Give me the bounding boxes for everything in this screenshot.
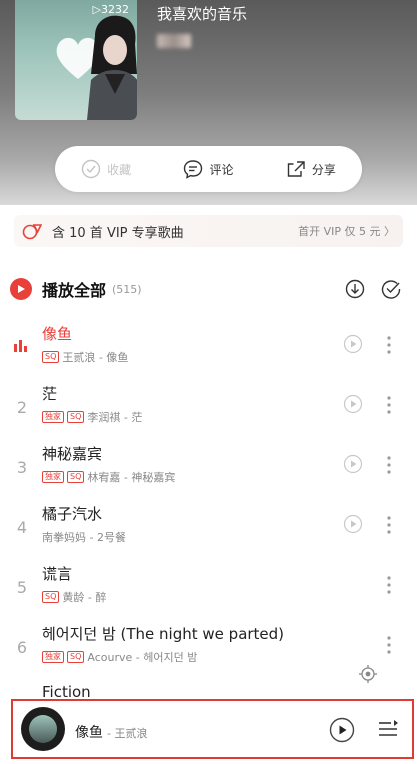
mv-play-icon[interactable] — [343, 454, 363, 474]
more-icon[interactable] — [380, 394, 398, 416]
play-all-row[interactable]: 播放全部 (515) — [10, 272, 407, 306]
song-row[interactable]: 2 茫 独家 SQ 李润祺 - 茫 — [0, 378, 417, 438]
song-title: 橘子汽水 — [42, 505, 103, 523]
song-meta: 李润祺 - 茫 — [87, 411, 143, 424]
song-meta: Acourve - 헤어지던 밤 — [87, 651, 198, 664]
exclusive-tag: 独家 — [42, 411, 64, 423]
song-index: 6 — [16, 638, 28, 657]
more-icon[interactable] — [380, 634, 398, 656]
sq-tag: SQ — [67, 651, 85, 663]
comment-label: 评论 — [209, 162, 234, 177]
song-row[interactable]: 4 橘子汽水 南拳妈妈 - 2号餐 — [0, 498, 417, 558]
play-all-icon[interactable] — [10, 278, 32, 300]
mini-player[interactable]: 像鱼 - 王贰浪 — [11, 699, 414, 759]
sq-tag: SQ — [67, 471, 85, 483]
comment-icon — [184, 160, 203, 179]
sq-tag: SQ — [67, 411, 85, 423]
multi-select-icon[interactable] — [381, 279, 401, 299]
more-icon[interactable] — [380, 574, 398, 596]
song-title: 헤어지던 밤 (The night we parted) — [42, 625, 285, 643]
vip-music-icon — [22, 224, 42, 240]
playlist-header: ▷3232 我喜欢的音乐 收藏 评论 分享 — [0, 0, 417, 205]
creator-avatar[interactable] — [157, 34, 191, 48]
download-icon[interactable] — [345, 279, 365, 299]
song-title: 像鱼 — [42, 325, 73, 343]
share-icon — [287, 161, 305, 177]
song-title: 谎言 — [42, 565, 73, 583]
share-label: 分享 — [311, 162, 336, 177]
comment-button[interactable]: 评论 — [157, 159, 259, 179]
collect-label: 收藏 — [107, 162, 132, 177]
mv-play-icon[interactable] — [343, 514, 363, 534]
sq-tag: SQ — [42, 591, 60, 603]
collect-button[interactable]: 收藏 — [55, 159, 157, 179]
playlist-title: 我喜欢的音乐 — [157, 5, 248, 23]
playlist-cover[interactable]: ▷3232 — [15, 0, 137, 120]
check-circle-icon — [81, 159, 101, 179]
song-row[interactable]: 5 谎言 SQ 黄龄 - 醉 — [0, 558, 417, 618]
song-index: 5 — [16, 578, 28, 597]
album-disc[interactable] — [21, 707, 65, 751]
song-meta: 林宥嘉 - 神秘嘉宾 — [87, 471, 176, 484]
action-bar: 收藏 评论 分享 — [55, 146, 362, 192]
share-button[interactable]: 分享 — [260, 159, 362, 179]
player-song-name: 像鱼 — [75, 725, 103, 741]
now-playing-icon — [14, 340, 27, 352]
mv-play-icon[interactable] — [343, 334, 363, 354]
more-icon[interactable] — [380, 454, 398, 476]
song-index: 2 — [16, 398, 28, 417]
more-icon[interactable] — [380, 514, 398, 536]
song-meta: 南拳妈妈 - 2号餐 — [42, 531, 126, 544]
cover-person-image — [87, 15, 137, 120]
song-row[interactable]: 3 神秘嘉宾 独家 SQ 林宥嘉 - 神秘嘉宾 — [0, 438, 417, 498]
vip-banner[interactable]: 含 10 首 VIP 专享歌曲 首开 VIP 仅 5 元 〉 — [14, 215, 403, 247]
vip-text: 含 10 首 VIP 专享歌曲 — [52, 225, 184, 241]
song-meta: 黄龄 - 醉 — [62, 591, 107, 604]
more-icon[interactable] — [380, 334, 398, 356]
mv-play-icon[interactable] — [343, 394, 363, 414]
locate-current-icon[interactable] — [358, 664, 378, 684]
song-title: 神秘嘉宾 — [42, 445, 103, 463]
song-row[interactable]: 6 헤어지던 밤 (The night we parted) 独家 SQ Acour… — [0, 618, 417, 678]
play-all-label: 播放全部 — [42, 281, 107, 300]
song-count: (515) — [112, 282, 142, 296]
sq-tag: SQ — [42, 351, 60, 363]
play-pause-icon[interactable] — [329, 717, 355, 743]
exclusive-tag: 独家 — [42, 651, 64, 663]
play-count: ▷3232 — [92, 3, 129, 16]
vip-open-link[interactable]: 首开 VIP 仅 5 元 〉 — [298, 223, 395, 239]
song-meta: 王贰浪 - 像鱼 — [62, 351, 129, 364]
song-index: 4 — [16, 518, 28, 537]
player-artist: - 王贰浪 — [107, 727, 148, 740]
playlist-icon[interactable] — [377, 718, 399, 740]
exclusive-tag: 独家 — [42, 471, 64, 483]
song-row[interactable]: 像鱼 SQ 王贰浪 - 像鱼 — [0, 318, 417, 378]
song-index: 3 — [16, 458, 28, 477]
song-title: 茫 — [42, 385, 58, 403]
album-art — [29, 715, 57, 743]
